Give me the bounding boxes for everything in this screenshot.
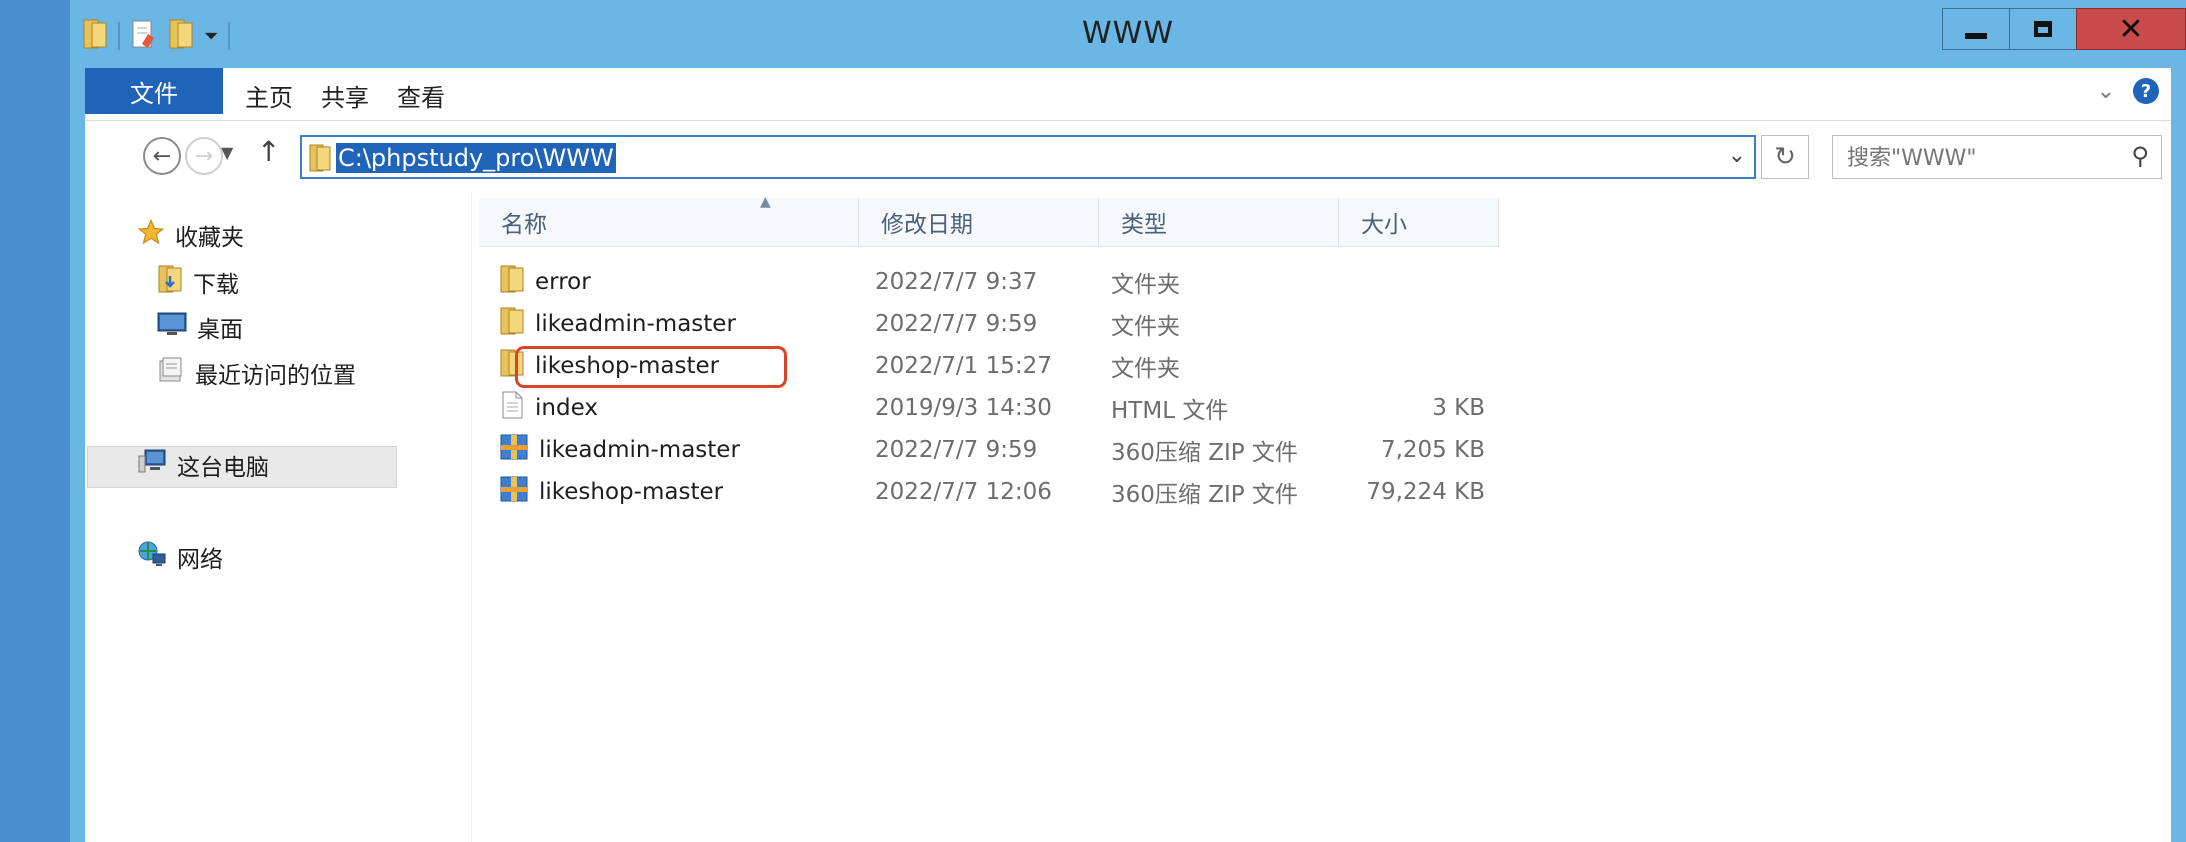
- maximize-icon: [2034, 21, 2052, 37]
- arrow-right-icon: →: [194, 143, 214, 169]
- back-button[interactable]: ←: [143, 137, 181, 175]
- column-header-name-label: 名称: [501, 212, 547, 238]
- expand-ribbon-chevron-icon[interactable]: ⌄: [2097, 79, 2115, 104]
- nav-network-label: 网络: [177, 547, 223, 573]
- desktop-icon: [157, 311, 187, 343]
- star-icon: [137, 218, 165, 252]
- close-button[interactable]: ✕: [2076, 8, 2186, 50]
- nav-this-pc-label: 这台电脑: [177, 455, 269, 481]
- file-date: 2022/7/7 12:06: [875, 479, 1052, 505]
- table-row[interactable]: likeadmin-master 2022/7/7 9:59 文件夹: [479, 304, 1499, 344]
- file-type: 文件夹: [1111, 272, 1180, 298]
- minimize-button[interactable]: [1942, 8, 2010, 50]
- column-header: ▲ 名称 修改日期 类型 大小: [479, 194, 1499, 247]
- file-list-pane: ▲ 名称 修改日期 类型 大小 error 2022/7/7 9:37 文件夹 …: [471, 192, 2171, 842]
- zip-icon: [499, 474, 529, 510]
- tab-file[interactable]: 文件: [85, 68, 223, 114]
- ribbon-right-controls: ⌄ ?: [2097, 78, 2159, 104]
- column-header-type-label: 类型: [1121, 212, 1167, 238]
- recent-locations-dropdown-icon[interactable]: ▼: [221, 143, 233, 162]
- file-name: likeadmin-master: [535, 311, 736, 337]
- recent-places-icon: [157, 356, 185, 390]
- computer-icon: [137, 448, 167, 482]
- file-name: error: [535, 269, 591, 295]
- document-icon: [499, 390, 525, 426]
- window-title: WWW: [1082, 16, 1174, 51]
- up-arrow-icon[interactable]: ↑: [257, 135, 280, 168]
- address-bar[interactable]: C:\phpstudy_pro\WWW ⌄: [300, 135, 1756, 179]
- title-bar: ⏷ WWW ✕: [70, 0, 2186, 70]
- refresh-icon: ↻: [1774, 142, 1796, 172]
- nav-this-pc[interactable]: 这台电脑: [137, 448, 269, 482]
- column-header-date-label: 修改日期: [881, 212, 973, 238]
- file-name: likeadmin-master: [539, 437, 740, 463]
- arrow-left-icon: ←: [152, 143, 172, 169]
- file-date: 2022/7/7 9:59: [875, 311, 1038, 337]
- file-date: 2022/7/7 9:37: [875, 269, 1038, 295]
- column-header-date[interactable]: 修改日期: [859, 198, 1099, 246]
- file-date: 2022/7/1 15:27: [875, 353, 1052, 379]
- close-icon: ✕: [2118, 11, 2144, 47]
- nav-recent-places[interactable]: 最近访问的位置: [157, 356, 356, 390]
- help-icon[interactable]: ?: [2133, 78, 2159, 104]
- column-header-size[interactable]: 大小: [1339, 198, 1499, 246]
- navigation-bar: ← → ▼ ↑ C:\phpstudy_pro\WWW ⌄ ↻ ⚲: [85, 120, 2171, 193]
- minimize-icon: [1965, 33, 1987, 39]
- file-size: 7,205 KB: [1380, 437, 1485, 463]
- nav-desktop[interactable]: 桌面: [157, 310, 243, 344]
- network-icon: [137, 540, 167, 574]
- file-date: 2022/7/7 9:59: [875, 437, 1038, 463]
- file-type: 360压缩 ZIP 文件: [1111, 440, 1298, 466]
- search-icon[interactable]: ⚲: [2131, 142, 2149, 170]
- file-name: index: [535, 395, 598, 421]
- file-date: 2019/9/3 14:30: [875, 395, 1052, 421]
- search-box[interactable]: ⚲: [1832, 135, 2162, 179]
- nav-recent-places-label: 最近访问的位置: [195, 363, 356, 389]
- table-row[interactable]: index 2019/9/3 14:30 HTML 文件 3 KB: [479, 388, 1499, 428]
- file-type: 文件夹: [1111, 314, 1180, 340]
- search-input[interactable]: [1845, 142, 2109, 174]
- ribbon-tabs: 文件 主页 共享 查看 ⌄ ?: [85, 68, 2171, 120]
- maximize-button[interactable]: [2009, 8, 2077, 50]
- file-type: HTML 文件: [1111, 398, 1229, 424]
- table-row[interactable]: likeadmin-master 2022/7/7 9:59 360压缩 ZIP…: [479, 430, 1499, 470]
- downloads-folder-icon: [157, 264, 183, 300]
- annotation-highlight-box: [515, 346, 787, 388]
- nav-downloads-label: 下载: [193, 272, 239, 298]
- content-area: 收藏夹 下载 桌面 最近访问的位置 这台电脑 网络 ▲ 名称 修改日期 类型 大…: [85, 192, 2171, 842]
- folder-icon: [499, 264, 525, 300]
- column-header-type[interactable]: 类型: [1099, 198, 1339, 246]
- table-row[interactable]: error 2022/7/7 9:37 文件夹: [479, 262, 1499, 302]
- file-size: 79,224 KB: [1366, 479, 1485, 505]
- nav-desktop-label: 桌面: [197, 317, 243, 343]
- tab-view[interactable]: 查看: [397, 78, 445, 113]
- nav-network[interactable]: 网络: [137, 540, 223, 574]
- tab-share[interactable]: 共享: [321, 78, 369, 113]
- column-header-size-label: 大小: [1361, 212, 1407, 238]
- file-type: 文件夹: [1111, 356, 1180, 382]
- folder-icon: [499, 306, 525, 342]
- folder-icon: [308, 143, 332, 177]
- file-size: 3 KB: [1432, 395, 1485, 421]
- address-path[interactable]: C:\phpstudy_pro\WWW: [336, 143, 616, 173]
- sort-ascending-icon: ▲: [760, 194, 771, 210]
- zip-icon: [499, 432, 529, 468]
- refresh-button[interactable]: ↻: [1761, 135, 1809, 179]
- address-dropdown-icon[interactable]: ⌄: [1728, 143, 1746, 168]
- file-name: likeshop-master: [539, 479, 724, 505]
- forward-button[interactable]: →: [185, 137, 223, 175]
- table-row[interactable]: likeshop-master 2022/7/7 12:06 360压缩 ZIP…: [479, 472, 1499, 512]
- column-header-name[interactable]: ▲ 名称: [479, 194, 859, 246]
- nav-favorites-label: 收藏夹: [175, 225, 244, 251]
- window-controls: ✕: [1942, 8, 2186, 50]
- nav-favorites[interactable]: 收藏夹: [137, 218, 244, 252]
- file-type: 360压缩 ZIP 文件: [1111, 482, 1298, 508]
- tab-home[interactable]: 主页: [245, 78, 293, 113]
- nav-downloads[interactable]: 下载: [157, 264, 239, 300]
- navigation-pane: 收藏夹 下载 桌面 最近访问的位置 这台电脑 网络: [85, 192, 472, 842]
- explorer-window: ⏷ WWW ✕ 文件 主页 共享 查看 ⌄ ? ← → ▼ ↑ C:\phpst…: [70, 0, 2186, 842]
